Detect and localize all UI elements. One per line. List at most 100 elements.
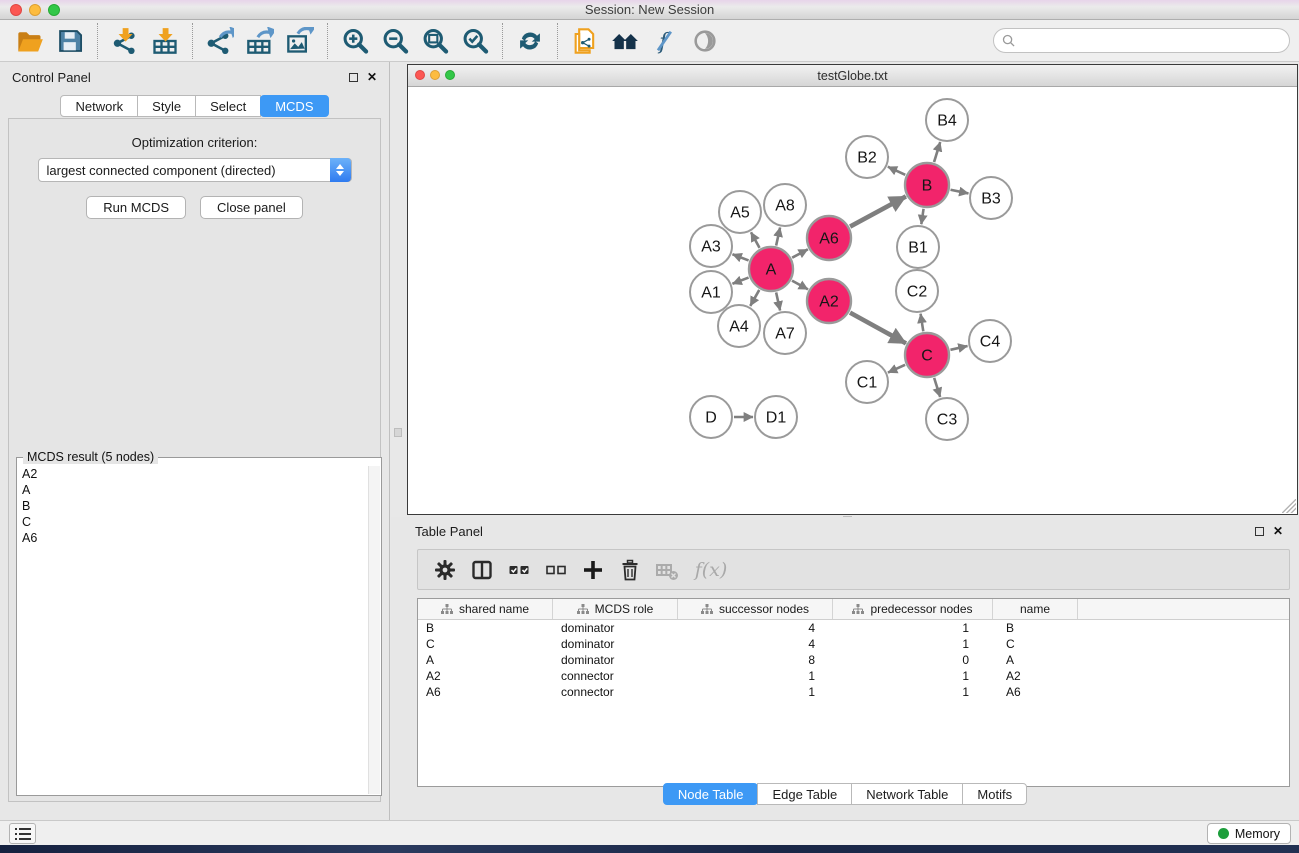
tab-style[interactable]: Style <box>137 95 196 117</box>
column-header-name[interactable]: name <box>993 599 1078 619</box>
float-panel-icon[interactable] <box>349 73 358 82</box>
table-cell[interactable]: connector <box>553 668 678 684</box>
network-canvas[interactable]: B4B2BB3A8A5A6A3B1AC2A1A2A4A7C4CC1C3DD1 <box>408 87 1297 514</box>
table-cell[interactable]: A <box>993 652 1078 668</box>
edge-A6-B[interactable] <box>850 196 906 226</box>
new-network-from-selection-button[interactable] <box>565 23 605 59</box>
node-A2[interactable]: A2 <box>807 279 851 323</box>
table-row[interactable]: Cdominator41C <box>418 636 1289 652</box>
net-zoom-button[interactable] <box>445 70 455 80</box>
close-window-button[interactable] <box>10 4 22 16</box>
tab-node-table[interactable]: Node Table <box>663 783 759 805</box>
node-B4[interactable]: B4 <box>926 99 968 141</box>
table-row[interactable]: A2connector11A2 <box>418 668 1289 684</box>
table-row[interactable]: Adominator80A <box>418 652 1289 668</box>
close-panel-icon[interactable]: ✕ <box>367 71 377 83</box>
table-cell[interactable]: B <box>993 620 1078 636</box>
net-minimize-button[interactable] <box>430 70 440 80</box>
delete-row-button[interactable] <box>615 554 645 586</box>
edge-B-B1[interactable] <box>921 209 923 224</box>
node-A[interactable]: A <box>749 247 793 291</box>
column-header-successor-nodes[interactable]: successor nodes <box>678 599 833 619</box>
node-C4[interactable]: C4 <box>969 320 1011 362</box>
mcds-result-item[interactable]: B <box>18 498 368 514</box>
table-cell[interactable]: A2 <box>993 668 1078 684</box>
tab-motifs[interactable]: Motifs <box>962 783 1027 805</box>
zoom-selected-button[interactable] <box>455 23 495 59</box>
mcds-result-item[interactable]: A <box>18 482 368 498</box>
edge-A-A4[interactable] <box>750 290 759 306</box>
close-panel-button[interactable]: Close panel <box>200 196 303 219</box>
search-input[interactable] <box>1020 33 1289 48</box>
export-table-button[interactable] <box>240 23 280 59</box>
node-A6[interactable]: A6 <box>807 216 851 260</box>
node-C[interactable]: C <box>905 333 949 377</box>
node-B1[interactable]: B1 <box>897 226 939 268</box>
refresh-button[interactable] <box>510 23 550 59</box>
table-cell[interactable]: 1 <box>833 684 993 700</box>
table-cell[interactable]: A6 <box>418 684 553 700</box>
table-cell[interactable]: dominator <box>553 620 678 636</box>
optimization-select[interactable]: largest connected component (directed) <box>38 158 352 182</box>
node-A7[interactable]: A7 <box>764 312 806 354</box>
zoom-window-button[interactable] <box>48 4 60 16</box>
node-A4[interactable]: A4 <box>718 305 760 347</box>
node-C3[interactable]: C3 <box>926 398 968 440</box>
zoom-in-button[interactable] <box>335 23 375 59</box>
tab-mcds[interactable]: MCDS <box>260 95 328 117</box>
edge-B-B2[interactable] <box>888 167 905 175</box>
tab-edge-table[interactable]: Edge Table <box>757 783 852 805</box>
table-cell[interactable]: B <box>418 620 553 636</box>
edge-A-A7[interactable] <box>776 292 780 310</box>
net-close-button[interactable] <box>415 70 425 80</box>
column-header-predecessor-nodes[interactable]: predecessor nodes <box>833 599 993 619</box>
run-mcds-button[interactable]: Run MCDS <box>86 196 186 219</box>
table-cell[interactable]: C <box>418 636 553 652</box>
zoom-out-button[interactable] <box>375 23 415 59</box>
table-row[interactable]: A6connector11A6 <box>418 684 1289 700</box>
edge-A-A5[interactable] <box>751 232 760 248</box>
table-cell[interactable]: connector <box>553 684 678 700</box>
network-window-titlebar[interactable]: testGlobe.txt <box>408 65 1297 87</box>
table-cell[interactable]: 1 <box>678 684 833 700</box>
memory-button[interactable]: Memory <box>1207 823 1291 844</box>
table-cell[interactable]: A <box>418 652 553 668</box>
cybrowser-home-button[interactable] <box>605 23 645 59</box>
tab-select[interactable]: Select <box>195 95 261 117</box>
column-header-shared-name[interactable]: shared name <box>418 599 553 619</box>
table-cell[interactable]: 8 <box>678 652 833 668</box>
node-A8[interactable]: A8 <box>764 184 806 226</box>
edge-B-B4[interactable] <box>934 142 940 162</box>
task-history-button[interactable] <box>9 823 36 844</box>
tab-network-table[interactable]: Network Table <box>851 783 963 805</box>
edge-C-C4[interactable] <box>950 346 967 350</box>
tab-network[interactable]: Network <box>60 95 138 117</box>
table-cell[interactable]: dominator <box>553 652 678 668</box>
save-session-button[interactable] <box>50 23 90 59</box>
table-cell[interactable]: dominator <box>553 636 678 652</box>
node-C2[interactable]: C2 <box>896 270 938 312</box>
select-all-button[interactable] <box>504 554 534 586</box>
toggle-graphics-details-button[interactable]: f <box>645 23 685 59</box>
vertical-splitter-grip[interactable] <box>394 428 402 437</box>
table-cell[interactable]: 1 <box>833 620 993 636</box>
edge-A-A8[interactable] <box>776 227 780 245</box>
node-D[interactable]: D <box>690 396 732 438</box>
column-header-MCDS-role[interactable]: MCDS role <box>553 599 678 619</box>
window-resize-grip[interactable] <box>1282 499 1296 513</box>
edge-A-A3[interactable] <box>732 254 748 260</box>
show-hide-button[interactable] <box>685 23 725 59</box>
table-cell[interactable]: 4 <box>678 636 833 652</box>
table-cell[interactable]: 0 <box>833 652 993 668</box>
table-cell[interactable]: 1 <box>833 668 993 684</box>
edge-C-C2[interactable] <box>921 314 924 332</box>
export-network-button[interactable] <box>200 23 240 59</box>
edge-C-C1[interactable] <box>888 365 905 373</box>
export-image-button[interactable] <box>280 23 320 59</box>
zoom-fit-button[interactable] <box>415 23 455 59</box>
edge-B-B3[interactable] <box>951 190 969 194</box>
node-B[interactable]: B <box>905 163 949 207</box>
edge-A-A2[interactable] <box>792 281 808 290</box>
node-D1[interactable]: D1 <box>755 396 797 438</box>
edge-A-A6[interactable] <box>792 249 808 257</box>
